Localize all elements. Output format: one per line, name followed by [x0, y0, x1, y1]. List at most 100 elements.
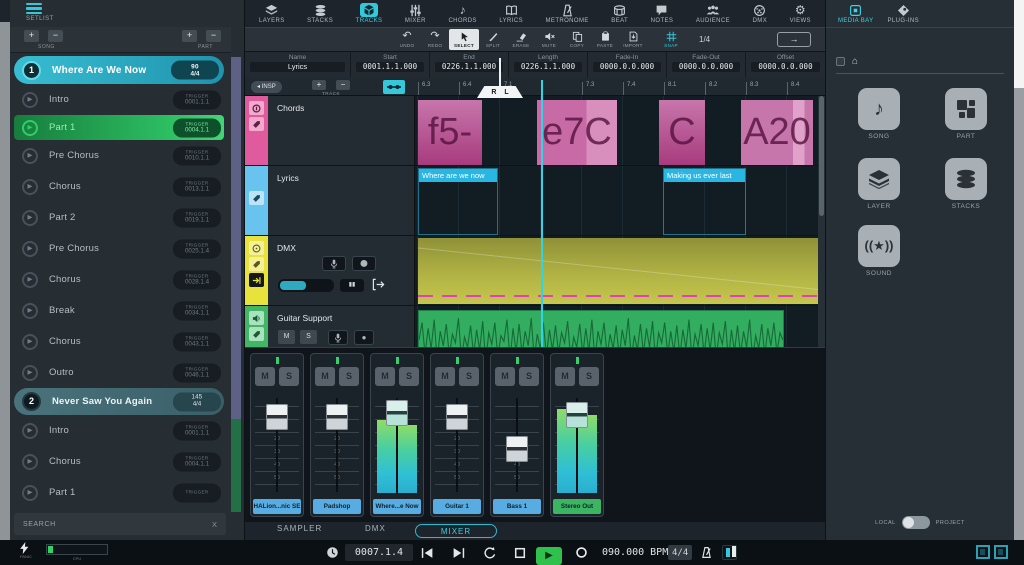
play-icon[interactable]: ▶ [22, 485, 38, 501]
channel-name[interactable]: Where...e Now [373, 499, 421, 514]
play-icon[interactable]: ▶ [22, 179, 38, 195]
tag-icon[interactable] [249, 327, 264, 341]
media-tile-layer[interactable] [858, 158, 900, 200]
channel-name[interactable]: Padshop [313, 499, 361, 514]
tab-sampler[interactable]: SAMPLER [277, 524, 322, 533]
monitor-input-icon[interactable] [249, 273, 264, 287]
setlist-part-item[interactable]: ▶ Outro TRIGGER0046.1.1 [14, 357, 224, 388]
play-icon[interactable]: ▶ [22, 303, 38, 319]
mic-monitor-button[interactable] [322, 256, 346, 271]
mixer-channel[interactable]: M S 20 30 40 50 Bass 1 [490, 353, 544, 517]
lyrics-track-header[interactable]: Lyrics [268, 166, 415, 235]
fader-handle[interactable] [386, 400, 408, 426]
fader-handle[interactable] [506, 436, 528, 462]
setlist-part-item[interactable]: ▶ Part 2 TRIGGER0019.1.1 [14, 202, 224, 233]
snap-value[interactable]: 1/4 [699, 35, 710, 44]
setlist-scrollbar[interactable] [231, 57, 241, 512]
play-icon[interactable]: ▶ [22, 120, 38, 136]
tab-beat[interactable]: BEAT [607, 0, 632, 27]
channel-solo-button[interactable]: S [279, 367, 299, 386]
media-tile-song[interactable]: ♪ [858, 88, 900, 130]
local-project-toggle[interactable] [902, 516, 930, 529]
play-button[interactable]: ▶ [536, 543, 562, 565]
tab-layers[interactable]: LAYERS [255, 0, 289, 27]
position-display[interactable]: 0007.1.4 [345, 544, 413, 561]
play-icon[interactable]: ▶ [22, 272, 38, 288]
tab-media-bay[interactable]: MEDIA BAY [838, 4, 874, 24]
play-icon[interactable]: ▶ [22, 454, 38, 470]
tab-dmx[interactable]: DMX [749, 0, 772, 27]
channel-solo-button[interactable]: S [579, 367, 599, 386]
media-tile-part[interactable] [945, 88, 987, 130]
play-icon[interactable]: ▶ [22, 423, 38, 439]
click-metronome-button[interactable] [700, 540, 713, 565]
channel-solo-button[interactable]: S [519, 367, 539, 386]
event-end-value[interactable]: 0226.1.1.000 [435, 62, 503, 72]
time-signature-display[interactable]: 4/4 [668, 545, 692, 560]
search-clear-button[interactable]: X [212, 520, 217, 529]
home-icon[interactable]: ⌂ [852, 56, 858, 67]
play-icon[interactable]: ▶ [22, 148, 38, 164]
time-format-clock-icon[interactable] [326, 540, 339, 565]
copy-tool-button[interactable]: COPY [563, 31, 591, 48]
setlist-song-item[interactable]: 2 Never Saw You Again 1454/4 [14, 388, 224, 415]
guitar-track-header[interactable]: Guitar Support M S ● [268, 306, 415, 347]
channel-mute-button[interactable]: M [255, 367, 275, 386]
cycle-loop-button[interactable] [483, 540, 497, 565]
tab-plug-ins[interactable]: PLUG-INS [888, 4, 920, 24]
tab-lyrics[interactable]: LYRICS [495, 0, 527, 27]
event-fadeout-value[interactable]: 0000.0.0.000 [672, 62, 740, 72]
mixer-channel[interactable]: M S 20 30 40 50 Padshop [310, 353, 364, 517]
tab-audience[interactable]: AUDIENCE [692, 0, 734, 27]
remove-track-button[interactable]: − [336, 80, 350, 90]
play-icon[interactable]: ▶ [22, 92, 38, 108]
tab-notes[interactable]: NOTES [647, 0, 678, 27]
fader-handle[interactable] [266, 404, 288, 430]
record-button[interactable] [575, 540, 588, 565]
channel-solo-button[interactable]: S [339, 367, 359, 386]
setlist-part-item[interactable]: ▶ Pre Chorus TRIGGER0010.1.1 [14, 140, 224, 171]
panic-button[interactable]: PANIC [20, 542, 32, 559]
filter-checkbox[interactable] [836, 57, 845, 66]
chord-event[interactable]: f5- [418, 100, 482, 165]
tag-icon[interactable] [249, 117, 264, 131]
chord-event[interactable]: C [659, 100, 705, 165]
media-tile-sound[interactable]: ((★)) [858, 225, 900, 267]
chord-event[interactable]: e7C [537, 100, 617, 165]
select-tool-button[interactable]: SELECT [449, 29, 479, 50]
mic-monitor-button[interactable] [328, 330, 348, 345]
setlist-part-item[interactable]: ▶ Chorus TRIGGER0043.1.1 [14, 326, 224, 357]
tab-chords[interactable]: ♪ CHORDS [444, 0, 480, 27]
stop-button[interactable] [514, 540, 526, 565]
automation-button[interactable] [383, 80, 405, 94]
event-offset-value[interactable]: 0000.0.0.000 [751, 62, 820, 72]
channel-mute-button[interactable]: M [555, 367, 575, 386]
lyric-event[interactable]: Making us ever last [663, 168, 746, 235]
setlist-part-item[interactable]: ▶ Pre Chorus TRIGGER0025.1.4 [14, 233, 224, 264]
tag-icon[interactable] [249, 257, 264, 271]
play-icon[interactable]: ▶ [22, 365, 38, 381]
forward-arrow-button[interactable]: → [777, 32, 811, 47]
tab-tracks[interactable]: TRACKS [352, 0, 387, 27]
media-tile-stacks[interactable] [945, 158, 987, 200]
volume-slider[interactable] [278, 279, 334, 292]
setlist-part-item[interactable]: ▶ Chorus TRIGGER0013.1.1 [14, 171, 224, 202]
tab-views[interactable]: ⚙ VIEWS [786, 0, 815, 27]
mute-tool-button[interactable]: MUTE [535, 31, 563, 48]
channel-name[interactable]: Stereo Out [553, 499, 601, 514]
inspector-toggle-button[interactable]: ◂ INSP [251, 81, 282, 93]
play-icon[interactable]: ▶ [22, 210, 38, 226]
output-routing-icon[interactable] [372, 278, 385, 291]
event-start-value[interactable]: 0001.1.1.000 [356, 62, 424, 72]
import-tool-button[interactable]: IMPORT [619, 31, 647, 48]
track-solo-button[interactable]: S [300, 330, 317, 344]
timeline-ruler[interactable]: 6.3 6.4 7.1 7.3 7.4 8.1 8.2 8.3 8.4 [415, 78, 818, 95]
lyric-event[interactable]: Where are we now [418, 168, 498, 235]
setlist-part-item[interactable]: ▶ Chorus TRIGGER0028.1.4 [14, 264, 224, 295]
channel-mute-button[interactable]: M [495, 367, 515, 386]
channel-mute-button[interactable]: M [375, 367, 395, 386]
play-icon[interactable]: ▶ [22, 241, 38, 257]
chord-event[interactable]: A20 [741, 100, 813, 165]
tab-stacks[interactable]: STACKS [303, 0, 337, 27]
cycle-marker-flag[interactable]: RL [477, 86, 523, 98]
